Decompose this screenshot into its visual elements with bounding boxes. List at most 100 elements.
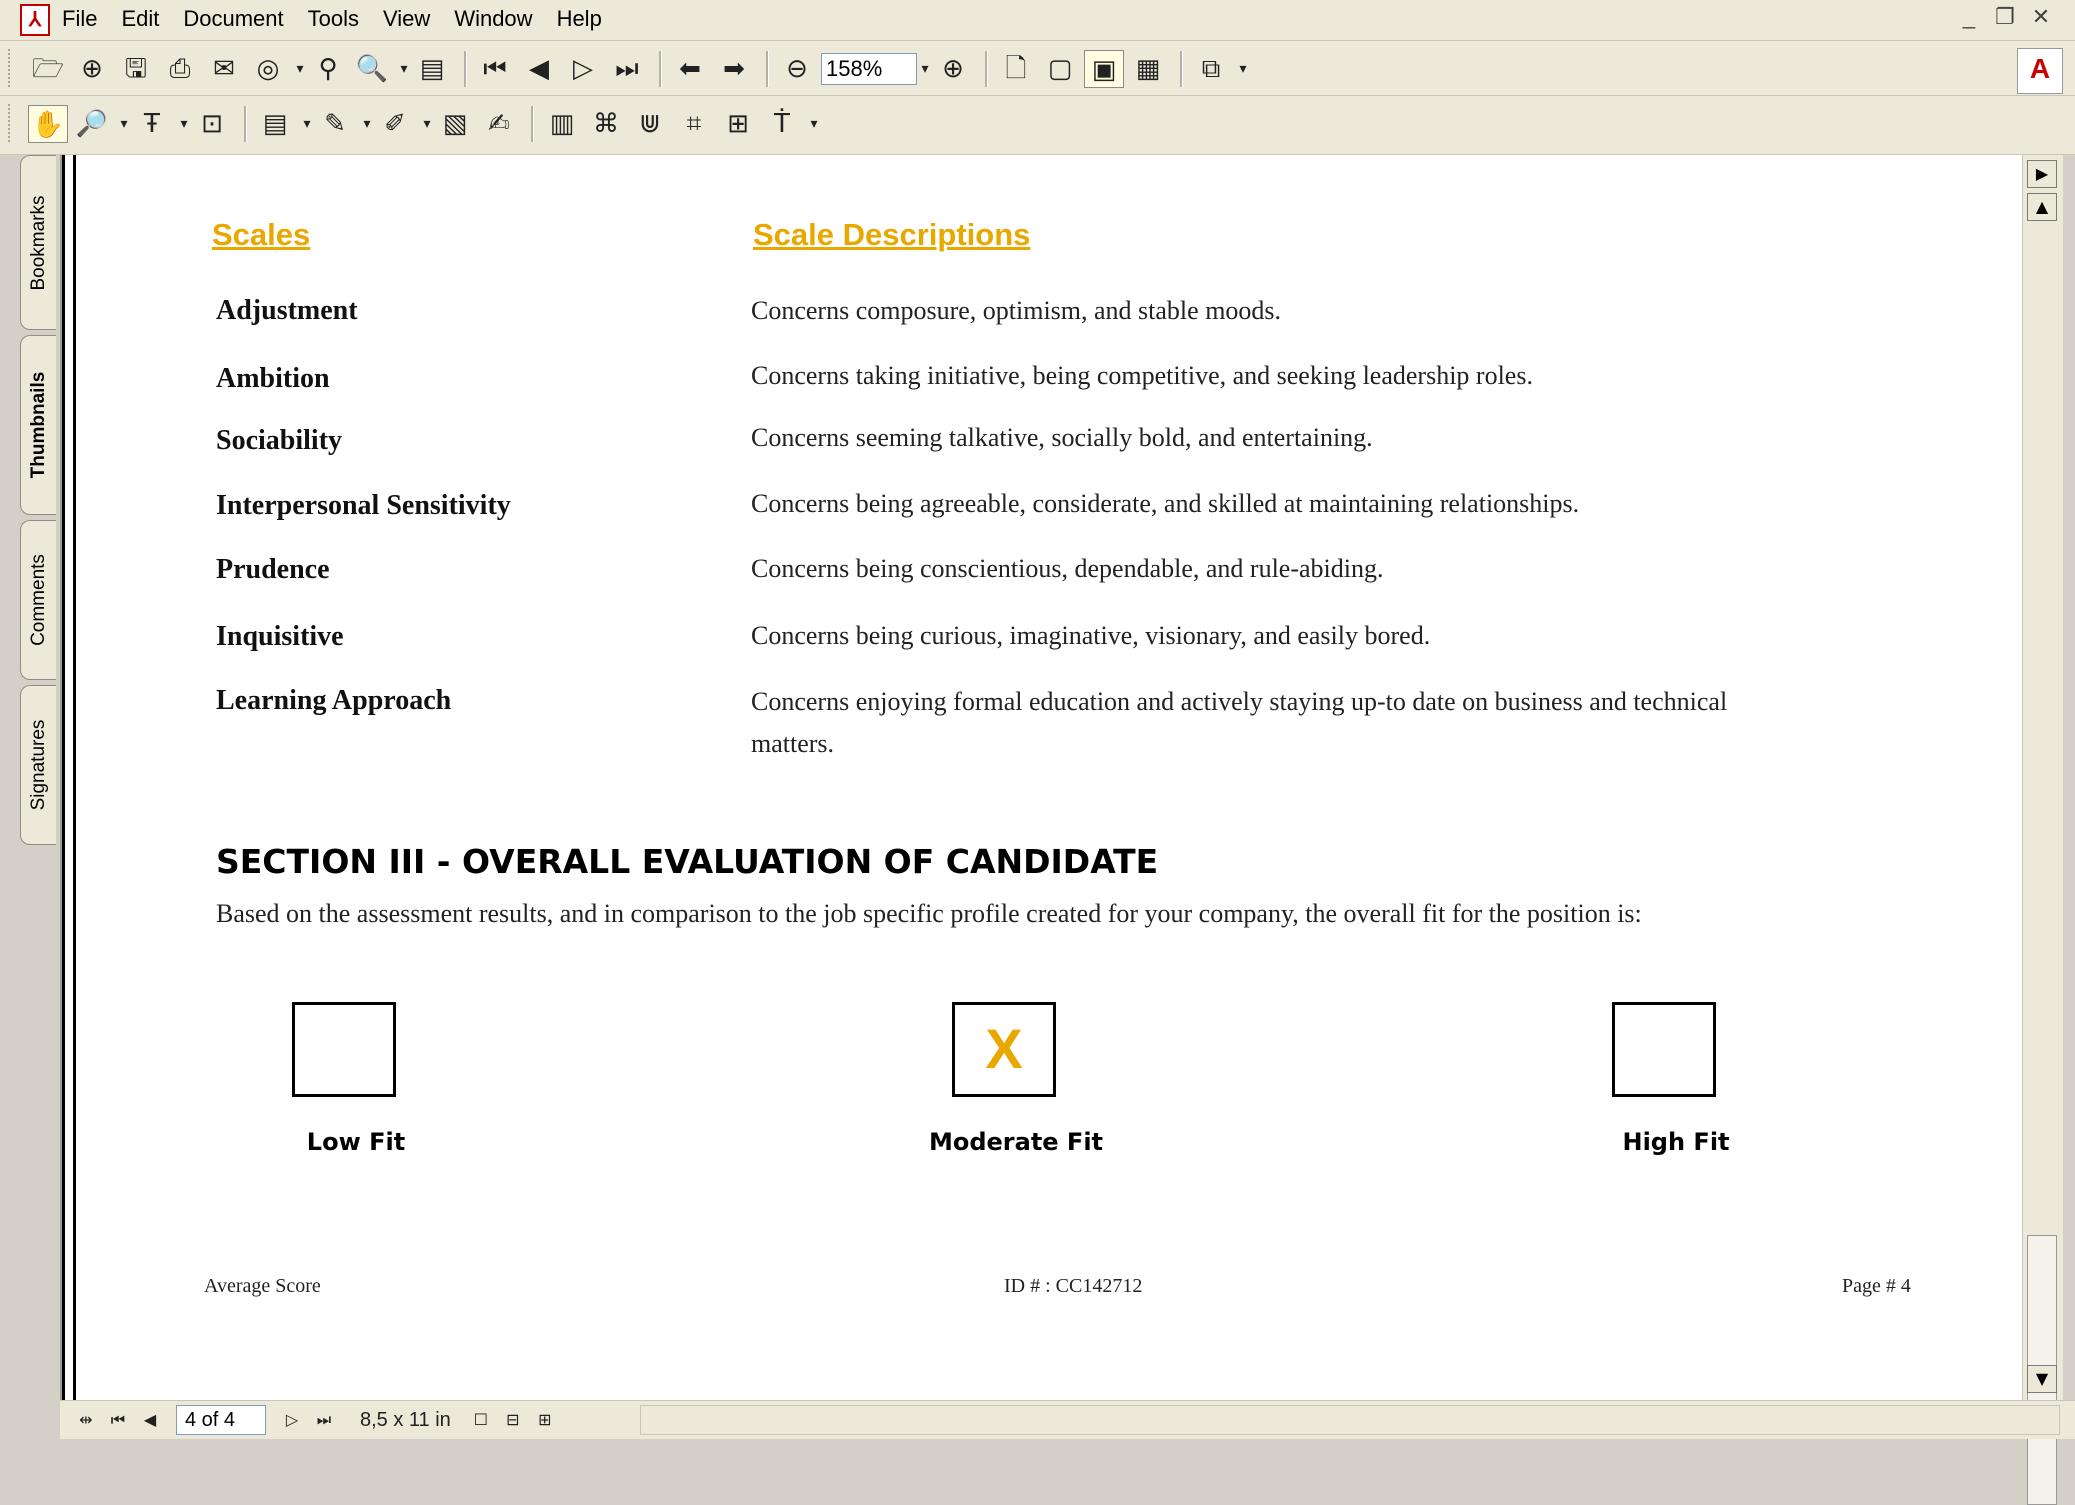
hand-tool-icon[interactable]: ✋ [28,105,68,143]
toolbar-separator [985,51,988,87]
scale-description: Concerns enjoying formal education and a… [751,687,1728,758]
high-fit-label: High Fit [1622,1128,1730,1156]
open-icon[interactable]: 🗁 [28,50,68,88]
single-page-icon[interactable]: ☐ [465,1405,497,1435]
snapshot-icon[interactable]: ⊡ [192,105,232,143]
zoom-out-icon[interactable]: ⊖ [777,50,817,88]
print-icon[interactable]: ⎙ [160,50,200,88]
scale-name: Learning Approach [216,685,452,716]
chevron-down-icon[interactable]: ▾ [419,116,435,132]
chevron-down-icon[interactable]: ▾ [806,116,822,132]
toolbar-separator [659,51,662,87]
menu-file[interactable]: File [62,6,97,32]
scale-description: Concerns being curious, imaginative, vis… [751,621,1431,650]
adobe-logo-icon[interactable]: A [2017,48,2063,94]
crop-icon[interactable]: ⌗ [674,105,714,143]
tab-comments[interactable]: Comments [20,520,56,680]
menu-tools[interactable]: Tools [308,6,359,32]
link-icon[interactable]: ⊞ [718,105,758,143]
page-indicator[interactable]: 4 of 4 [176,1405,266,1435]
tab-signatures-label: Signatures [27,719,49,811]
toolbar-separator [766,51,769,87]
chevron-down-icon[interactable]: ▾ [359,116,375,132]
restore-button[interactable]: ❐ [1991,4,2019,32]
tab-thumbnails[interactable]: Thumbnails [20,335,56,515]
fit-visible-icon[interactable]: ▦ [1128,50,1168,88]
next-page-icon[interactable]: ▷ [563,50,603,88]
menu-view[interactable]: View [383,6,430,32]
previous-page-icon[interactable]: ◀ [134,1405,166,1435]
next-view-icon[interactable]: ➡ [714,50,754,88]
pencil-icon[interactable]: ✎ [315,105,355,143]
scales-heading: Scales [212,217,311,252]
section-title: SECTION III - OVERALL EVALUATION OF CAND… [216,842,1159,881]
high-fit-checkbox [1612,1002,1716,1097]
toolbar-grip[interactable] [8,104,16,142]
article-icon[interactable]: ⋓ [630,105,670,143]
first-page-icon[interactable]: ⏮ [102,1405,134,1435]
expand-panel-arrow-icon[interactable]: ▶ [2027,160,2057,188]
continuous-icon[interactable]: ⊟ [497,1405,529,1435]
continuous-facing-icon[interactable]: ⊞ [529,1405,561,1435]
menu-window[interactable]: Window [454,6,532,32]
find-icon[interactable]: ⚲ [308,50,348,88]
fit-width-icon[interactable]: ▣ [1084,50,1124,88]
tab-thumbnails-label: Thumbnails [27,371,49,479]
attach-icon[interactable]: ⌘ [586,105,626,143]
menu-edit[interactable]: Edit [121,6,159,32]
previous-page-icon[interactable]: ◀ [519,50,559,88]
toolbar-grip[interactable] [8,49,16,87]
horizontal-scrollbar[interactable] [640,1405,2060,1435]
scale-descriptions-heading: Scale Descriptions [753,217,1031,252]
toolbar-separator [464,51,467,87]
text-select-icon[interactable]: Ŧ [132,105,172,143]
last-page-icon[interactable]: ⏭ [308,1405,340,1435]
chevron-down-icon[interactable]: ▾ [917,61,933,77]
rotate-view-icon[interactable]: ⧉ [1191,50,1231,88]
movie-icon[interactable]: ▥ [542,105,582,143]
pdf-page: Scales Scale Descriptions Adjustment Con… [76,155,2022,1400]
menu-items: File Edit Document Tools View Window Hel… [62,6,626,32]
menu-document[interactable]: Document [183,6,283,32]
highlight-icon[interactable]: ✐ [375,105,415,143]
low-fit-label: Low Fit [306,1128,406,1156]
close-button[interactable]: ✕ [2027,4,2055,32]
footer-center: ID # : CC142712 [1004,1275,1143,1297]
zoom-tool-icon[interactable]: 🔎 [72,105,112,143]
web-open-icon[interactable]: ⊕ [72,50,112,88]
resize-panel-icon[interactable]: ⇹ [70,1405,102,1435]
navigation-pane-icon[interactable]: ▤ [412,50,452,88]
moderate-fit-checkbox: X [952,1002,1056,1097]
chevron-down-icon[interactable]: ▾ [116,116,132,132]
tab-bookmarks[interactable]: Bookmarks [20,155,56,330]
form-icon[interactable]: ▧ [435,105,475,143]
sign-icon[interactable]: ✍ [479,105,519,143]
chevron-down-icon[interactable]: ▾ [292,61,308,77]
vertical-scrollbar[interactable]: ▶ ▲ ▼ [2022,155,2063,1505]
touchup-text-icon[interactable]: Ṫ [762,105,802,143]
first-page-icon[interactable]: ⏮ [475,50,515,88]
previous-view-icon[interactable]: ⬅ [670,50,710,88]
search-icon[interactable]: 🔍 [352,50,392,88]
zoom-in-icon[interactable]: ⊕ [933,50,973,88]
chevron-down-icon[interactable]: ▾ [1235,61,1251,77]
note-tool-icon[interactable]: ▤ [255,105,295,143]
web-search-icon[interactable]: ◎ [248,50,288,88]
last-page-icon[interactable]: ⏭ [607,50,647,88]
chevron-down-icon[interactable]: ▾ [396,61,412,77]
chevron-down-icon[interactable]: ▾ [176,116,192,132]
zoom-input[interactable] [821,53,917,85]
menu-help[interactable]: Help [557,6,602,32]
scale-description: Concerns taking initiative, being compet… [751,361,1533,390]
acrobat-pdf-icon: ⅄ [20,4,50,36]
save-icon[interactable]: 🖫 [116,50,156,88]
chevron-down-icon[interactable]: ▾ [299,116,315,132]
scroll-up-icon[interactable]: ▲ [2027,193,2057,221]
email-icon[interactable]: ✉ [204,50,244,88]
next-page-icon[interactable]: ▷ [276,1405,308,1435]
actual-size-icon[interactable]: 🗋 [996,50,1036,88]
tab-signatures[interactable]: Signatures [20,685,56,845]
minimize-button[interactable]: _ [1955,4,1983,32]
fit-page-icon[interactable]: ▢ [1040,50,1080,88]
scroll-down-icon[interactable]: ▼ [2027,1365,2057,1393]
